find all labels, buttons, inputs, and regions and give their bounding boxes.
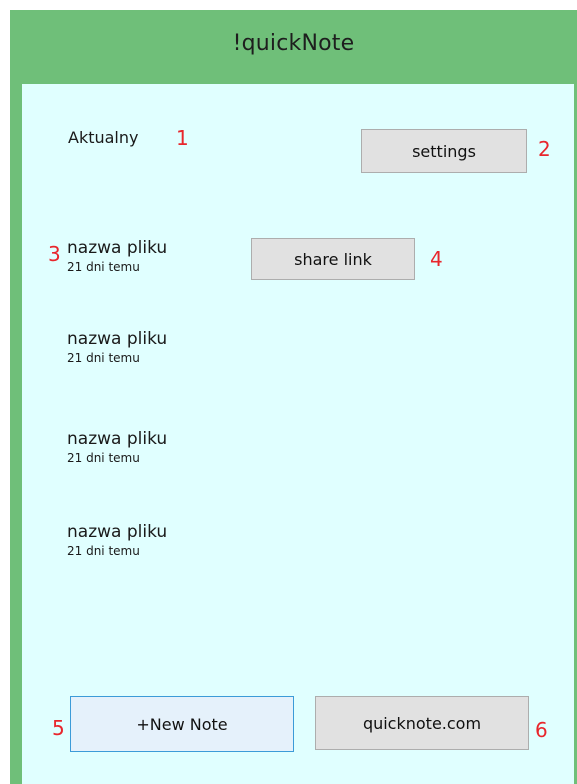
- new-note-button[interactable]: +New Note: [70, 696, 294, 752]
- annotation-marker-6: 6: [535, 718, 548, 742]
- annotation-marker-2: 2: [538, 137, 551, 161]
- window-title: !quickNote: [232, 30, 355, 56]
- file-list-item[interactable]: nazwa pliku 21 dni temu: [67, 429, 167, 466]
- file-list-item[interactable]: nazwa pliku 21 dni temu: [67, 238, 167, 275]
- current-label: Aktualny: [68, 128, 139, 147]
- file-date: 21 dni temu: [67, 544, 140, 558]
- settings-button[interactable]: settings: [361, 129, 527, 173]
- app-window: !quickNote Aktualny 1 settings 2 3 nazwa…: [10, 10, 577, 784]
- file-name: nazwa pliku: [67, 329, 168, 349]
- title-bar[interactable]: !quickNote: [10, 10, 577, 76]
- annotation-marker-4: 4: [430, 247, 443, 271]
- file-name: nazwa pliku: [67, 238, 168, 258]
- file-date: 21 dni temu: [67, 260, 140, 274]
- annotation-marker-1: 1: [176, 126, 189, 150]
- share-link-button[interactable]: share link: [251, 238, 415, 280]
- file-date: 21 dni temu: [67, 351, 140, 365]
- annotation-marker-5: 5: [52, 716, 65, 740]
- annotation-marker-3: 3: [48, 242, 61, 266]
- file-list-item[interactable]: nazwa pliku 21 dni temu: [67, 522, 167, 559]
- file-name: nazwa pliku: [67, 522, 168, 542]
- website-link-button[interactable]: quicknote.com: [315, 696, 529, 750]
- file-date: 21 dni temu: [67, 451, 140, 465]
- file-name: nazwa pliku: [67, 429, 168, 449]
- main-panel: Aktualny 1 settings 2 3 nazwa pliku 21 d…: [22, 84, 574, 784]
- file-list-item[interactable]: nazwa pliku 21 dni temu: [67, 329, 167, 366]
